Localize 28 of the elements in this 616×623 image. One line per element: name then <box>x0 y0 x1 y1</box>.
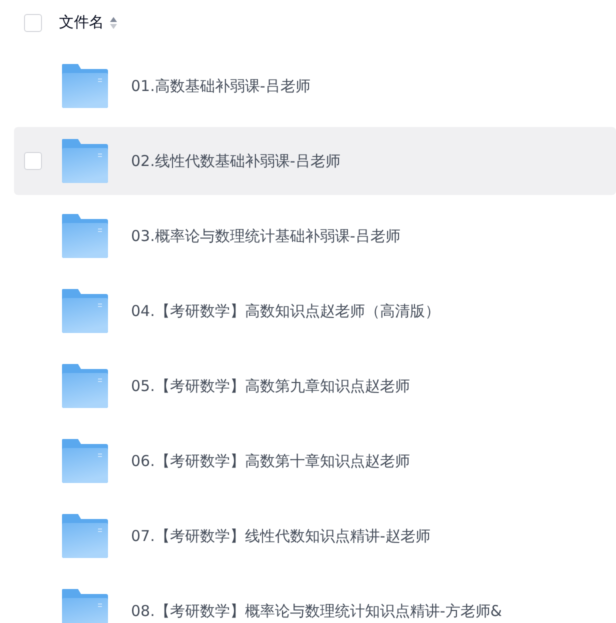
folder-name[interactable]: 08.【考研数学】概率论与数理统计知识点精讲-方老师& <box>131 602 502 620</box>
folder-icon <box>62 289 108 333</box>
file-row[interactable]: 04.【考研数学】高数知识点赵老师（高清版） <box>14 277 616 345</box>
checkbox[interactable] <box>24 152 42 170</box>
folder-icon <box>62 439 108 483</box>
file-row[interactable]: 06.【考研数学】高数第十章知识点赵老师 <box>14 427 616 495</box>
file-row[interactable]: 07.【考研数学】线性代数知识点精讲-赵老师 <box>14 502 616 570</box>
file-row[interactable]: 08.【考研数学】概率论与数理统计知识点精讲-方老师& <box>14 577 616 623</box>
folder-name[interactable]: 06.【考研数学】高数第十章知识点赵老师 <box>131 452 410 470</box>
checkbox[interactable] <box>24 14 42 32</box>
folder-name[interactable]: 07.【考研数学】线性代数知识点精讲-赵老师 <box>131 526 430 546</box>
folder-icon <box>62 214 108 258</box>
sort-icon[interactable] <box>110 16 117 28</box>
file-row[interactable]: 01.高数基础补弱课-吕老师 <box>14 52 616 120</box>
file-row[interactable]: 02.线性代数基础补弱课-吕老师 <box>14 127 616 195</box>
folder-name[interactable]: 03.概率论与数理统计基础补弱课-吕老师 <box>131 226 400 246</box>
folder-icon <box>62 364 108 408</box>
folder-icon <box>62 64 108 108</box>
folder-name[interactable]: 01.高数基础补弱课-吕老师 <box>131 76 310 96</box>
folder-icon <box>62 589 108 623</box>
folder-icon <box>62 514 108 558</box>
folder-name[interactable]: 04.【考研数学】高数知识点赵老师（高清版） <box>131 302 440 320</box>
file-row[interactable]: 03.概率论与数理统计基础补弱课-吕老师 <box>14 202 616 270</box>
folder-icon <box>62 139 108 183</box>
file-row[interactable]: 05.【考研数学】高数第九章知识点赵老师 <box>14 352 616 420</box>
folder-name[interactable]: 02.线性代数基础补弱课-吕老师 <box>131 152 340 170</box>
folder-name[interactable]: 05.【考研数学】高数第九章知识点赵老师 <box>131 376 410 396</box>
column-header[interactable]: 文件名 <box>59 13 104 32</box>
